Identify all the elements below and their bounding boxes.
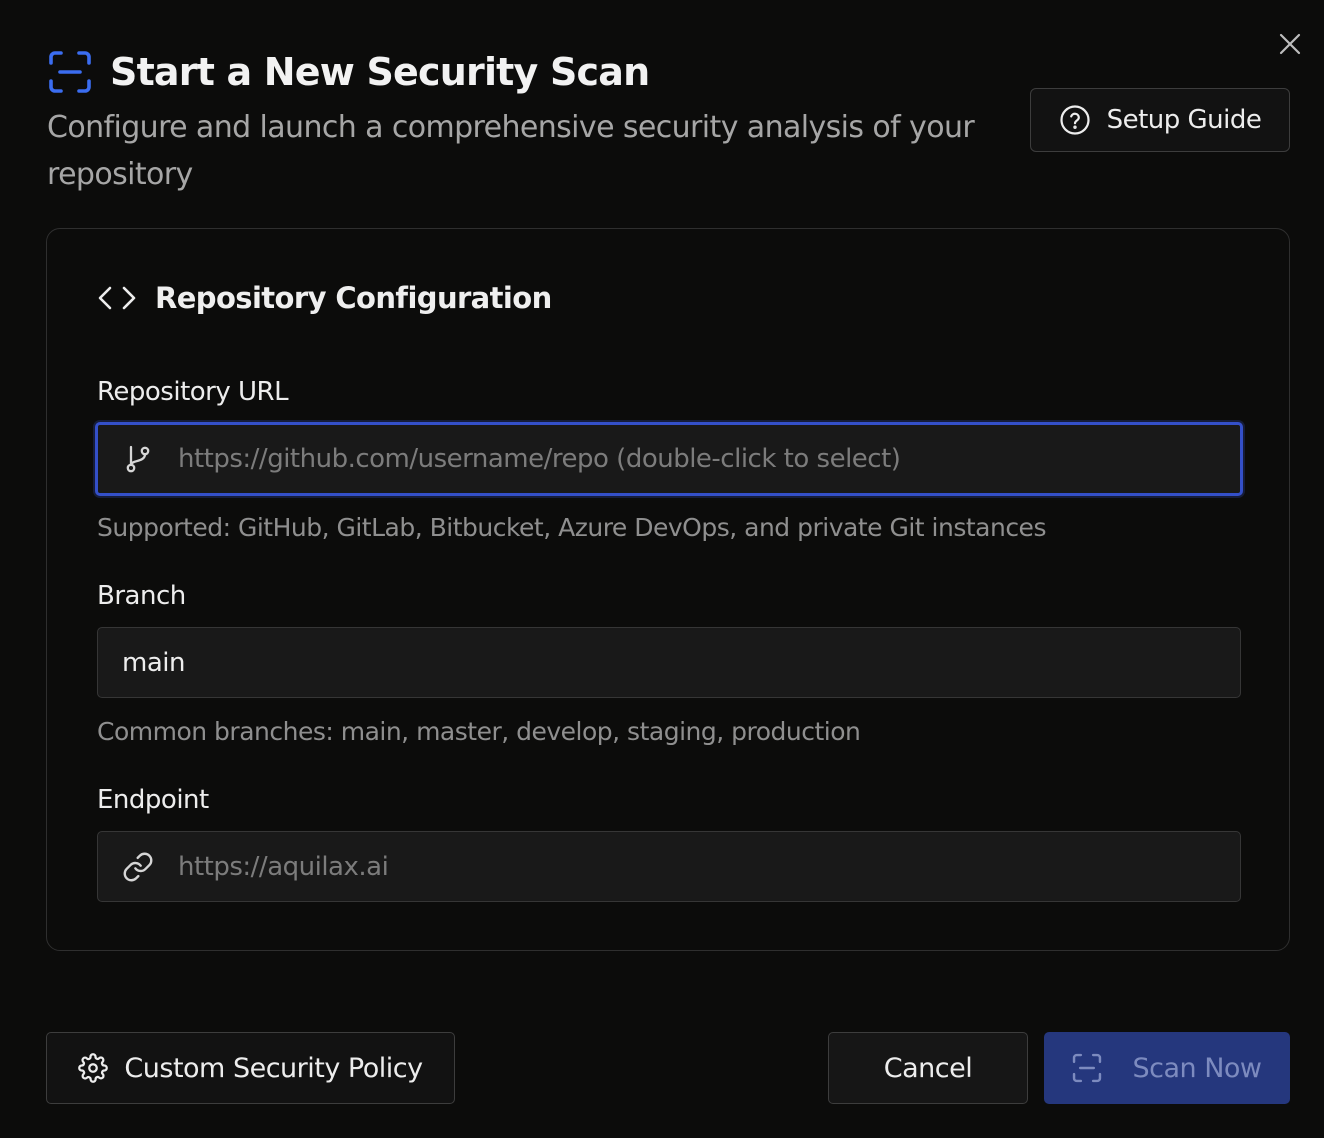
git-branch-icon xyxy=(98,425,178,493)
dialog-header: Start a New Security Scan xyxy=(48,50,650,94)
scan-icon xyxy=(1073,1053,1102,1083)
scan-icon xyxy=(48,50,92,94)
repo-url-label: Repository URL xyxy=(97,377,289,407)
help-circle-icon xyxy=(1059,105,1090,135)
branch-input[interactable] xyxy=(98,628,1240,697)
branch-field[interactable] xyxy=(97,627,1241,698)
endpoint-field[interactable] xyxy=(97,831,1241,902)
scan-now-label: Scan Now xyxy=(1132,1052,1262,1084)
endpoint-input[interactable] xyxy=(178,832,1240,901)
cancel-button[interactable]: Cancel xyxy=(828,1032,1028,1104)
repo-url-input[interactable] xyxy=(178,425,1240,493)
page-title: Start a New Security Scan xyxy=(110,50,650,94)
endpoint-label: Endpoint xyxy=(97,785,209,815)
page-subtitle: Configure and launch a comprehensive sec… xyxy=(47,110,975,192)
section-title: Repository Configuration xyxy=(155,281,552,315)
repo-url-hint: Supported: GitHub, GitLab, Bitbucket, Az… xyxy=(97,513,1046,542)
section-header: Repository Configuration xyxy=(97,281,552,315)
repository-config-card: Repository Configuration Repository URL … xyxy=(46,228,1290,951)
custom-security-policy-button[interactable]: Custom Security Policy xyxy=(46,1032,455,1104)
branch-hint: Common branches: main, master, develop, … xyxy=(97,717,861,746)
custom-security-policy-label: Custom Security Policy xyxy=(124,1052,423,1084)
gear-icon xyxy=(78,1053,109,1083)
setup-guide-label: Setup Guide xyxy=(1106,105,1262,135)
link-icon xyxy=(98,832,178,901)
scan-now-button[interactable]: Scan Now xyxy=(1044,1032,1290,1104)
close-button[interactable] xyxy=(1276,30,1304,58)
setup-guide-button[interactable]: Setup Guide xyxy=(1030,88,1290,152)
branch-label: Branch xyxy=(97,581,186,611)
repo-url-field[interactable] xyxy=(95,422,1243,496)
close-icon xyxy=(1279,33,1301,55)
new-scan-dialog: Start a New Security Scan Configure and … xyxy=(0,0,1324,1138)
code-icon xyxy=(98,286,136,310)
